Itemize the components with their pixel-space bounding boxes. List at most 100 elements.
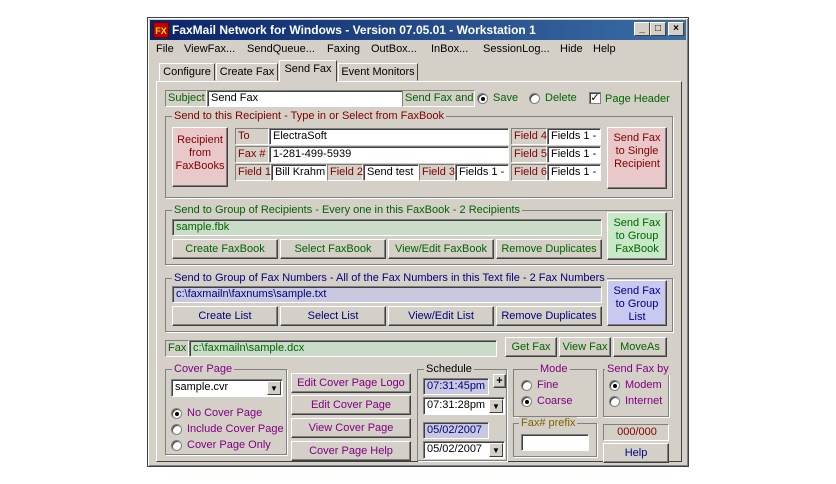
help-button[interactable]: Help <box>603 443 669 463</box>
no-cover-page-radio[interactable] <box>171 408 182 419</box>
menu-hide[interactable]: Hide <box>560 43 583 55</box>
tab-send-fax[interactable]: Send Fax <box>279 60 337 82</box>
fax-file-input[interactable]: c:\faxmailn\sample.dcx <box>189 340 497 357</box>
to-label: To <box>235 128 269 145</box>
field3-input[interactable]: Fields 1 - <box>455 164 509 181</box>
app-window: FX FaxMail Network for Windows - Version… <box>147 17 689 467</box>
get-fax-button[interactable]: Get Fax <box>505 337 557 357</box>
menu-faxing[interactable]: Faxing <box>327 43 360 55</box>
chevron-down-icon[interactable]: ▼ <box>489 399 503 413</box>
include-cover-page-label: Include Cover Page <box>187 423 284 435</box>
tab-event-monitors[interactable]: Event Monitors <box>338 63 418 81</box>
delete-radio[interactable] <box>529 93 540 104</box>
close-button[interactable]: × <box>668 22 684 36</box>
to-input[interactable]: ElectraSoft <box>269 128 509 145</box>
fax-counter: 000/000 <box>603 424 669 441</box>
tab-configure[interactable]: Configure <box>159 63 215 81</box>
remove-duplicates-list-button[interactable]: Remove Duplicates <box>496 306 602 326</box>
schedule-plus-button[interactable]: + <box>493 374 506 388</box>
modem-label: Modem <box>625 379 662 391</box>
menu-sessionlog[interactable]: SessionLog... <box>483 43 550 55</box>
menu-sendqueue[interactable]: SendQueue... <box>247 43 315 55</box>
view-fax-button[interactable]: View Fax <box>559 337 611 357</box>
menu-viewfax[interactable]: ViewFax... <box>184 43 235 55</box>
schedule-date-display: 05/02/2007 <box>423 422 489 439</box>
title-bar[interactable]: FX FaxMail Network for Windows - Version… <box>150 20 686 40</box>
select-list-button[interactable]: Select List <box>280 306 386 326</box>
edit-cover-page-button[interactable]: Edit Cover Page <box>291 395 411 415</box>
fax-number-label: Fax # <box>235 146 269 163</box>
menu-bar: File ViewFax... SendQueue... Faxing OutB… <box>150 41 686 59</box>
schedule-legend: Schedule <box>424 363 474 375</box>
delete-label: Delete <box>545 92 577 104</box>
include-cover-page-radio[interactable] <box>171 424 182 435</box>
faxbook-file-input[interactable]: sample.fbk <box>172 219 602 236</box>
field2-label: Field 2 <box>327 164 363 181</box>
window-title: FaxMail Network for Windows - Version 07… <box>172 23 536 37</box>
field2-input[interactable]: Send test <box>363 164 419 181</box>
tab-create-fax[interactable]: Create Fax <box>216 63 278 81</box>
edit-cover-page-logo-button[interactable]: Edit Cover Page Logo <box>291 373 411 393</box>
field6-input[interactable]: Fields 1 - <box>547 164 601 181</box>
schedule-date-select[interactable]: 05/02/2007 ▼ <box>423 441 505 459</box>
field6-label: Field 6 <box>511 164 547 181</box>
view-cover-page-button[interactable]: View Cover Page <box>291 418 411 438</box>
chevron-down-icon[interactable]: ▼ <box>267 381 281 395</box>
field3-label: Field 3 <box>419 164 455 181</box>
menu-outbox[interactable]: OutBox... <box>371 43 417 55</box>
fine-radio[interactable] <box>521 380 532 391</box>
view-edit-list-button[interactable]: View/Edit List <box>388 306 494 326</box>
field1-input[interactable]: Bill Krahm <box>271 164 327 181</box>
remove-duplicates-faxbook-button[interactable]: Remove Duplicates <box>496 239 602 259</box>
subject-input[interactable]: Send Fax <box>207 90 403 107</box>
minimize-button[interactable]: _ <box>634 22 650 36</box>
recipient-legend: Send to this Recipient - Type in or Sele… <box>172 110 447 122</box>
cover-page-help-button[interactable]: Cover Page Help <box>291 441 411 461</box>
cover-page-selected: sample.cvr <box>175 381 229 393</box>
coarse-radio[interactable] <box>521 396 532 407</box>
page-header-checkbox[interactable]: ✓ <box>589 92 601 104</box>
fax-numbers-file-input[interactable]: c:\faxmailn\faxnums\sample.txt <box>172 286 602 303</box>
menu-inbox[interactable]: InBox... <box>431 43 468 55</box>
send-fax-panel: Subject Send Fax Send Fax and Save Delet… <box>156 81 682 463</box>
fine-label: Fine <box>537 379 559 391</box>
mode-group <box>513 369 597 417</box>
fax-prefix-input[interactable] <box>521 434 589 451</box>
schedule-date-selected: 05/02/2007 <box>427 443 483 455</box>
cover-page-only-radio[interactable] <box>171 440 182 451</box>
move-as-button[interactable]: MoveAs <box>613 337 667 357</box>
recipient-from-faxbooks-button[interactable]: Recipient from FaxBooks <box>172 127 228 187</box>
menu-file[interactable]: File <box>156 43 174 55</box>
field1-label: Field 1 <box>235 164 271 181</box>
schedule-time-select[interactable]: 07:31:28pm ▼ <box>423 397 505 415</box>
fax-prefix-legend: Fax# prefix <box>519 417 578 429</box>
faxbook-legend: Send to Group of Recipients - Every one … <box>172 204 523 216</box>
cover-page-legend: Cover Page <box>172 363 235 375</box>
send-by-group <box>603 369 669 417</box>
maximize-button[interactable]: □ <box>650 22 666 36</box>
subject-label: Subject <box>165 90 207 107</box>
field4-label: Field 4 <box>511 128 547 145</box>
mode-legend: Mode <box>538 363 570 375</box>
chevron-down-icon[interactable]: ▼ <box>489 443 503 457</box>
modem-radio[interactable] <box>609 380 620 391</box>
cover-page-select[interactable]: sample.cvr ▼ <box>171 379 283 397</box>
send-group-faxbook-button[interactable]: Send Fax to Group FaxBook <box>607 212 667 260</box>
field5-label: Field 5 <box>511 146 547 163</box>
send-group-list-button[interactable]: Send Fax to Group List <box>607 280 667 326</box>
create-faxbook-button[interactable]: Create FaxBook <box>172 239 278 259</box>
send-single-recipient-button[interactable]: Send Fax to Single Recipient <box>607 127 667 189</box>
save-radio[interactable] <box>477 93 488 104</box>
internet-radio[interactable] <box>609 396 620 407</box>
field5-input[interactable]: Fields 1 - <box>547 146 601 163</box>
cover-page-only-label: Cover Page Only <box>187 439 271 451</box>
schedule-time-selected: 07:31:28pm <box>427 399 486 411</box>
select-faxbook-button[interactable]: Select FaxBook <box>280 239 386 259</box>
no-cover-page-label: No Cover Page <box>187 407 263 419</box>
field4-input[interactable]: Fields 1 - <box>547 128 601 145</box>
menu-help[interactable]: Help <box>593 43 616 55</box>
fax-number-input[interactable]: 1-281-499-5939 <box>269 146 509 163</box>
create-list-button[interactable]: Create List <box>172 306 278 326</box>
view-edit-faxbook-button[interactable]: View/Edit FaxBook <box>388 239 494 259</box>
fax-label: Fax <box>165 340 189 357</box>
